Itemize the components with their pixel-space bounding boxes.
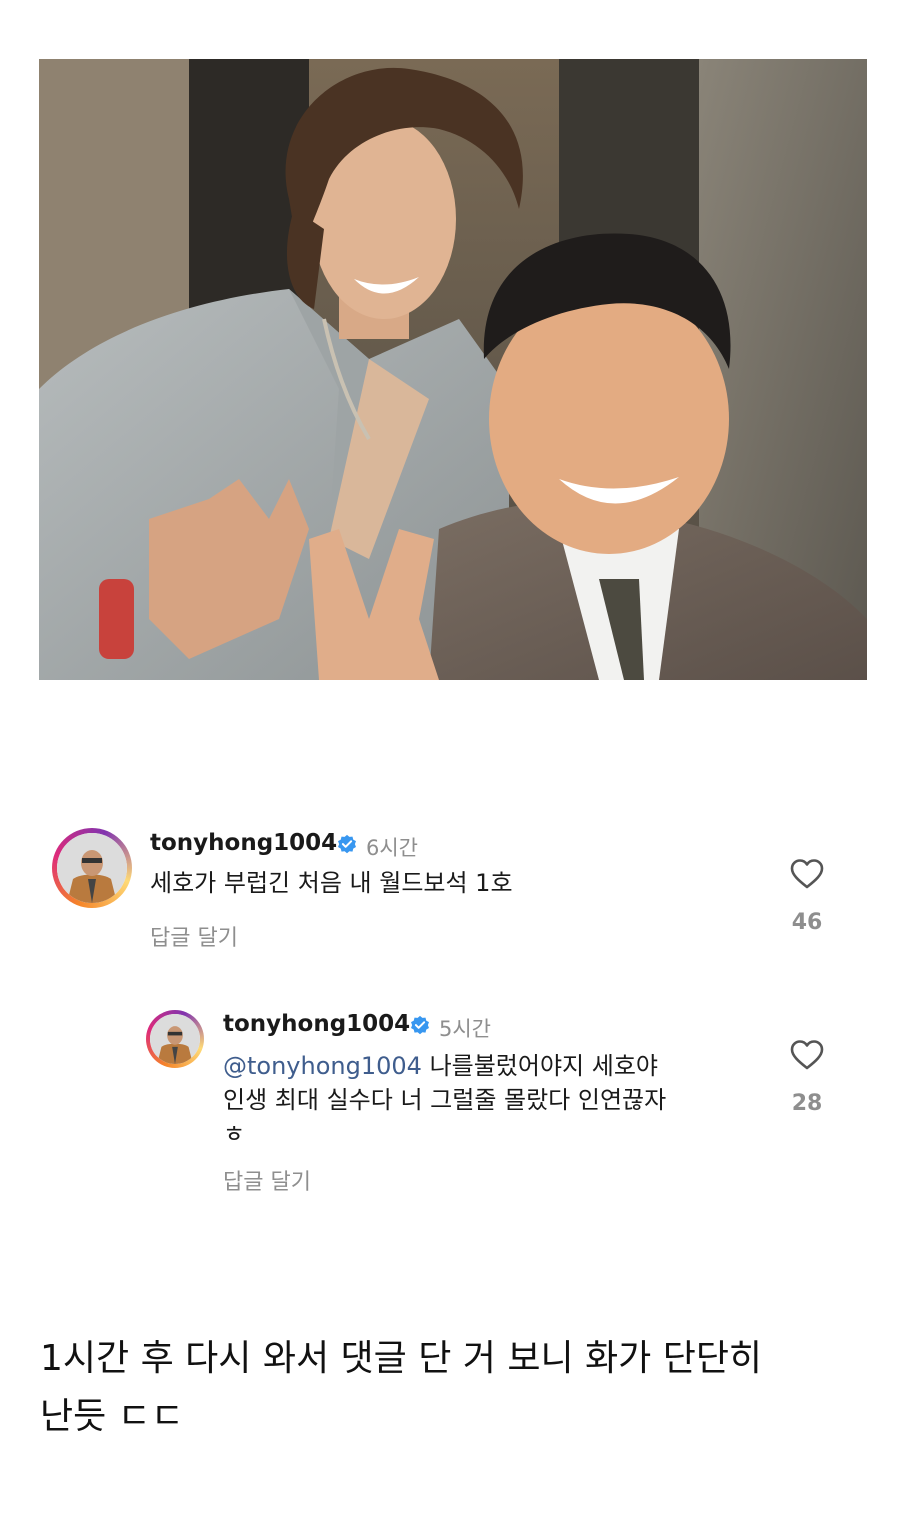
comment-username[interactable]: tonyhong1004 xyxy=(223,1011,410,1037)
like-count: 46 xyxy=(791,910,823,935)
comment-text-line: ㅎ xyxy=(223,1120,246,1148)
post-photo xyxy=(39,59,867,680)
mention-link[interactable]: @tonyhong1004 xyxy=(223,1052,422,1080)
avatar[interactable] xyxy=(146,1010,204,1068)
reply-button[interactable]: 답글 달기 xyxy=(150,920,238,952)
selfie-image xyxy=(39,59,867,680)
comment-text-line: 나를불렀어야지 세호야 xyxy=(421,1052,658,1080)
comment-text: @tonyhong1004 나를불렀어야지 세호야 인생 최대 실수다 너 그럴… xyxy=(223,1049,783,1151)
avatar-image xyxy=(150,1014,200,1064)
comment-text: 세호가 부럽긴 처음 내 월드보석 1호 xyxy=(150,869,513,897)
comment-time: 6시간 xyxy=(366,836,419,860)
post-caption: 1시간 후 다시 와서 댓글 단 거 보니 화가 단단히 난듯 ㄷㄷ xyxy=(40,1330,870,1446)
avatar[interactable] xyxy=(52,828,132,908)
like-count: 28 xyxy=(791,1091,823,1116)
caption-line: 1시간 후 다시 와서 댓글 단 거 보니 화가 단단히 xyxy=(40,1338,763,1379)
verified-badge-icon xyxy=(411,1015,429,1035)
verified-badge-icon xyxy=(338,834,356,854)
heart-outline-icon[interactable] xyxy=(790,858,824,890)
avatar-image xyxy=(57,833,127,903)
comment-time: 5시간 xyxy=(439,1017,492,1041)
heart-outline-icon[interactable] xyxy=(790,1039,824,1071)
comment-text-line: 인생 최대 실수다 너 그럴줄 몰랐다 인연끊자 xyxy=(223,1086,667,1114)
reply-button[interactable]: 답글 달기 xyxy=(223,1164,311,1196)
caption-line: 난듯 ㄷㄷ xyxy=(40,1396,184,1437)
comment-username[interactable]: tonyhong1004 xyxy=(150,830,337,856)
